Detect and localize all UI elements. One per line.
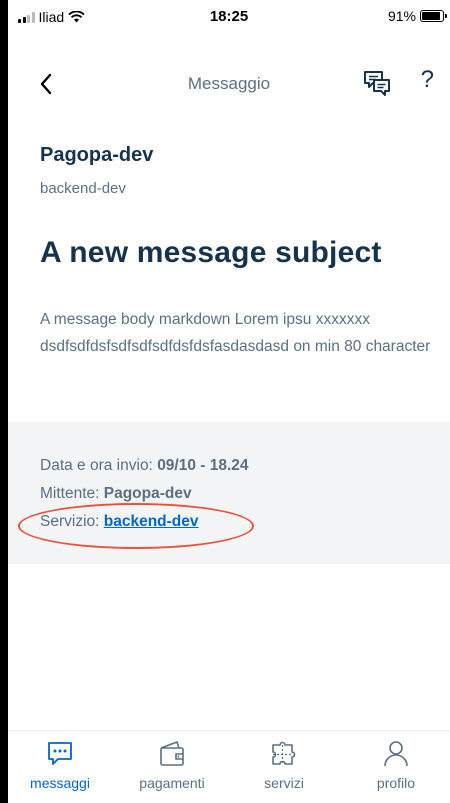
tab-servizi[interactable]: servizi xyxy=(234,739,334,791)
tab-label: servizi xyxy=(264,775,304,791)
sender-value: Pagopa-dev xyxy=(103,485,192,502)
tab-messaggi[interactable]: messaggi xyxy=(10,739,110,791)
clock: 18:25 xyxy=(209,8,249,25)
sent-date-label: Data e ora invio: xyxy=(40,457,158,474)
battery-icon xyxy=(420,10,447,22)
tab-pagamenti[interactable]: pagamenti xyxy=(122,739,222,791)
message-icon xyxy=(48,742,72,765)
message-subject: A new message subject xyxy=(40,236,382,269)
help-button[interactable]: ? xyxy=(421,66,434,94)
sent-date-row: Data e ora invio: 09/10 - 18.24 xyxy=(40,457,249,475)
status-bar: Iliad 18:25 91% xyxy=(8,0,450,34)
tab-label: profilo xyxy=(376,775,416,791)
header: Messaggio ? xyxy=(8,62,450,106)
tab-label: messaggi xyxy=(30,775,90,791)
highlight-annotation xyxy=(18,503,254,549)
tab-label: pagamenti xyxy=(139,775,205,791)
sent-date-value: 09/10 - 18.24 xyxy=(157,457,249,474)
message-body: A message body markdown Lorem ipsu xxxxx… xyxy=(40,311,431,355)
service-name: backend-dev xyxy=(40,180,126,197)
battery-percent: 91% xyxy=(387,8,416,24)
wallet-icon xyxy=(160,741,184,766)
organization-name: Pagopa-dev xyxy=(40,144,154,166)
battery-fill xyxy=(422,12,441,20)
puzzle-icon xyxy=(272,741,296,765)
app-screen: Iliad 18:25 91% Messaggio ? Pagopa-dev b… xyxy=(8,0,450,803)
bottom-tab-bar: messaggi pagamenti servizi profilo xyxy=(8,730,450,803)
sender-label: Mittente: xyxy=(40,485,104,502)
tab-profilo[interactable]: profilo xyxy=(346,739,446,791)
chat-icon[interactable] xyxy=(362,68,392,98)
sender-row: Mittente: Pagopa-dev xyxy=(40,485,192,503)
user-icon xyxy=(384,741,408,767)
